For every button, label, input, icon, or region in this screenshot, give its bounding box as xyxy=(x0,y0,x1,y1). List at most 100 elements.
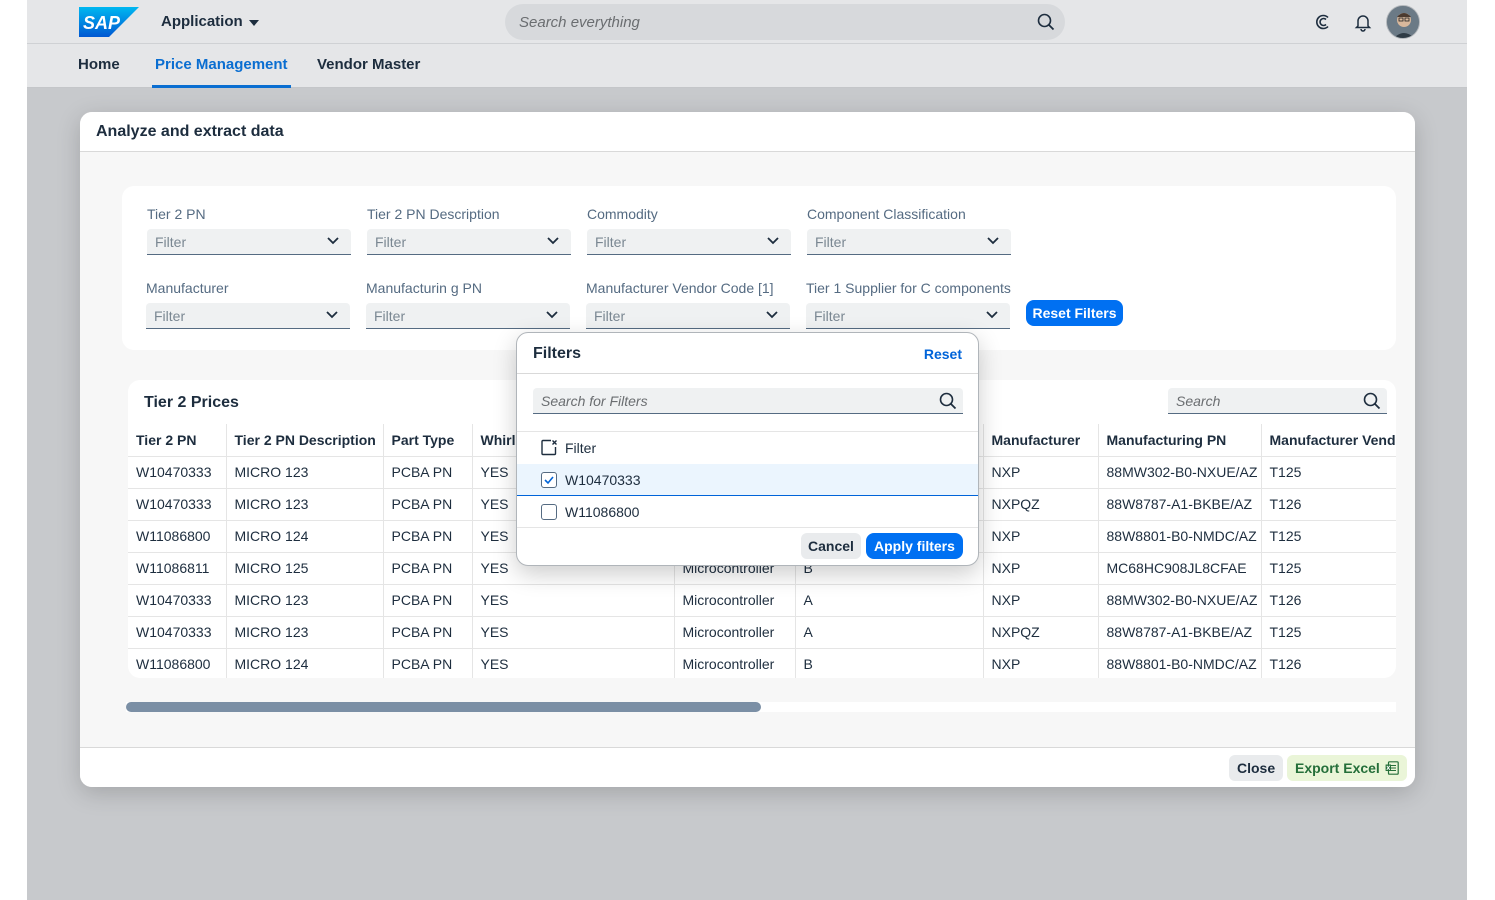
nav-item-price-management[interactable]: Price Management xyxy=(152,44,291,88)
column-header[interactable]: Manufacturer xyxy=(983,424,1099,457)
popover-select-all-row[interactable]: Filter xyxy=(517,432,978,464)
table-cell: MICRO 123 xyxy=(226,584,384,617)
table-search-input[interactable] xyxy=(1176,388,1356,414)
sap-logo[interactable]: SAP xyxy=(79,7,139,37)
table-cell: T126 xyxy=(1261,488,1396,521)
popover-item-row[interactable]: W10470333 xyxy=(517,464,978,496)
table-cell: PCBA PN xyxy=(383,488,473,521)
table-cell: 88W8787-A1-BKBE/AZ xyxy=(1098,616,1262,649)
chevron-down-icon xyxy=(547,237,559,245)
export-excel-button[interactable]: Export Excel xyxy=(1287,755,1407,781)
table-row[interactable]: W10470333MICRO 123PCBA PNYESMicrocontrol… xyxy=(128,584,1396,617)
dialog-footer: Close Export Excel xyxy=(80,747,1415,787)
bell-icon[interactable] xyxy=(1353,12,1373,32)
app-title: Application xyxy=(161,13,243,30)
global-search-input[interactable] xyxy=(519,4,1019,40)
table-cell: T126 xyxy=(1261,648,1396,678)
user-avatar-image xyxy=(1387,6,1419,38)
table-cell: YES xyxy=(472,584,675,617)
filter-select[interactable]: Filter xyxy=(367,229,571,255)
popover-search xyxy=(533,388,963,414)
filter-label: Tier 2 PN xyxy=(147,206,206,222)
table-cell: PCBA PN xyxy=(383,648,473,678)
table-cell: YES xyxy=(472,616,675,649)
horizontal-scrollbar-thumb[interactable] xyxy=(126,702,761,712)
table-cell: A xyxy=(795,584,984,617)
filter-select[interactable]: Filter xyxy=(586,303,790,329)
chevron-down-icon xyxy=(327,237,339,245)
search-icon[interactable] xyxy=(1363,392,1381,410)
table-cell: NXP xyxy=(983,584,1099,617)
table-cell: T125 xyxy=(1261,616,1396,649)
reset-filters-button[interactable]: Reset Filters xyxy=(1026,300,1123,326)
filter-select[interactable]: Filter xyxy=(146,303,350,329)
column-header[interactable]: Manufacturing PN xyxy=(1098,424,1262,457)
column-header[interactable]: Tier 2 PN Description xyxy=(226,424,384,457)
column-header[interactable]: Manufacturer Vendor Code xyxy=(1261,424,1396,457)
table-cell: MICRO 123 xyxy=(226,616,384,649)
search-icon[interactable] xyxy=(939,392,957,410)
filter-bar: Tier 2 PN Filter Tier 2 PN Description F… xyxy=(122,186,1396,350)
popover-actions: Cancel Apply filters xyxy=(517,527,978,565)
table-cell: Microcontroller xyxy=(674,584,796,617)
filter-placeholder: Filter xyxy=(155,234,187,250)
table-cell: W10470333 xyxy=(128,616,227,649)
top-navigation: Home Price Management Vendor Master xyxy=(27,44,1467,88)
filter-select[interactable]: Filter xyxy=(807,229,1011,255)
column-header[interactable]: Part Type xyxy=(383,424,473,457)
table-cell: Microcontroller xyxy=(674,616,796,649)
table-cell: 88W8801-B0-NMDC/AZ xyxy=(1098,648,1262,678)
table-cell: NXPQZ xyxy=(983,488,1099,521)
chevron-down-icon xyxy=(326,311,338,319)
dialog-title: Analyze and extract data xyxy=(96,123,284,140)
joule-assistant-icon[interactable] xyxy=(1313,12,1333,32)
close-button[interactable]: Close xyxy=(1229,755,1284,781)
table-cell: MC68HC908JL8CFAE xyxy=(1098,552,1262,585)
popover-reset-link[interactable]: Reset xyxy=(924,346,962,362)
filter-label: Commodity xyxy=(587,206,658,222)
app-title-menu[interactable]: Application xyxy=(161,13,259,30)
filter-label: Tier 1 Supplier for C components xyxy=(806,280,1011,296)
filter-label: Component Classification xyxy=(807,206,966,222)
nav-item-home[interactable]: Home xyxy=(75,44,123,88)
checkbox-unchecked[interactable] xyxy=(541,504,557,520)
filter-select[interactable]: Filter xyxy=(147,229,351,255)
filter-placeholder: Filter xyxy=(374,308,406,324)
table-cell: T125 xyxy=(1261,456,1396,489)
check-icon xyxy=(544,476,554,485)
filter-select[interactable]: Filter xyxy=(587,229,791,255)
popover-search-input[interactable] xyxy=(541,388,921,414)
search-icon[interactable] xyxy=(1037,13,1055,31)
popover-item-label: Filter xyxy=(565,440,597,456)
table-cell: NXPQZ xyxy=(983,616,1099,649)
table-cell: PCBA PN xyxy=(383,520,473,553)
filter-select[interactable]: Filter xyxy=(806,303,1010,329)
export-excel-label: Export Excel xyxy=(1295,760,1380,776)
table-cell: NXP xyxy=(983,520,1099,553)
column-header[interactable]: Tier 2 PN xyxy=(128,424,227,457)
multi-select-icon xyxy=(541,439,557,456)
apply-filters-button[interactable]: Apply filters xyxy=(866,533,963,559)
table-cell: MICRO 124 xyxy=(226,648,384,678)
cancel-button[interactable]: Cancel xyxy=(801,533,861,559)
table-cell: NXP xyxy=(983,648,1099,678)
table-cell: T126 xyxy=(1261,584,1396,617)
popover-item-label: W10470333 xyxy=(565,472,641,488)
table-cell: YES xyxy=(472,648,675,678)
table-cell: MICRO 123 xyxy=(226,456,384,489)
table-cell: B xyxy=(795,648,984,678)
popover-item-row[interactable]: W11086800 xyxy=(517,496,978,528)
table-row[interactable]: W10470333MICRO 123PCBA PNYESMicrocontrol… xyxy=(128,616,1396,649)
caret-down-icon xyxy=(248,19,259,26)
nav-item-vendor-master[interactable]: Vendor Master xyxy=(314,44,423,88)
global-search xyxy=(505,4,1065,40)
popover-title: Filters xyxy=(533,345,582,362)
filter-component-classification: Component Classification Filter xyxy=(807,204,1011,255)
user-avatar[interactable] xyxy=(1386,5,1420,39)
checkbox-checked[interactable] xyxy=(541,472,557,488)
filter-select[interactable]: Filter xyxy=(366,303,570,329)
table-row[interactable]: W11086800MICRO 124PCBA PNYESMicrocontrol… xyxy=(128,648,1396,678)
table-cell: PCBA PN xyxy=(383,584,473,617)
filter-manufacturer-vendor-code: Manufacturer Vendor Code [1] Filter xyxy=(586,278,790,329)
table-cell: A xyxy=(795,616,984,649)
